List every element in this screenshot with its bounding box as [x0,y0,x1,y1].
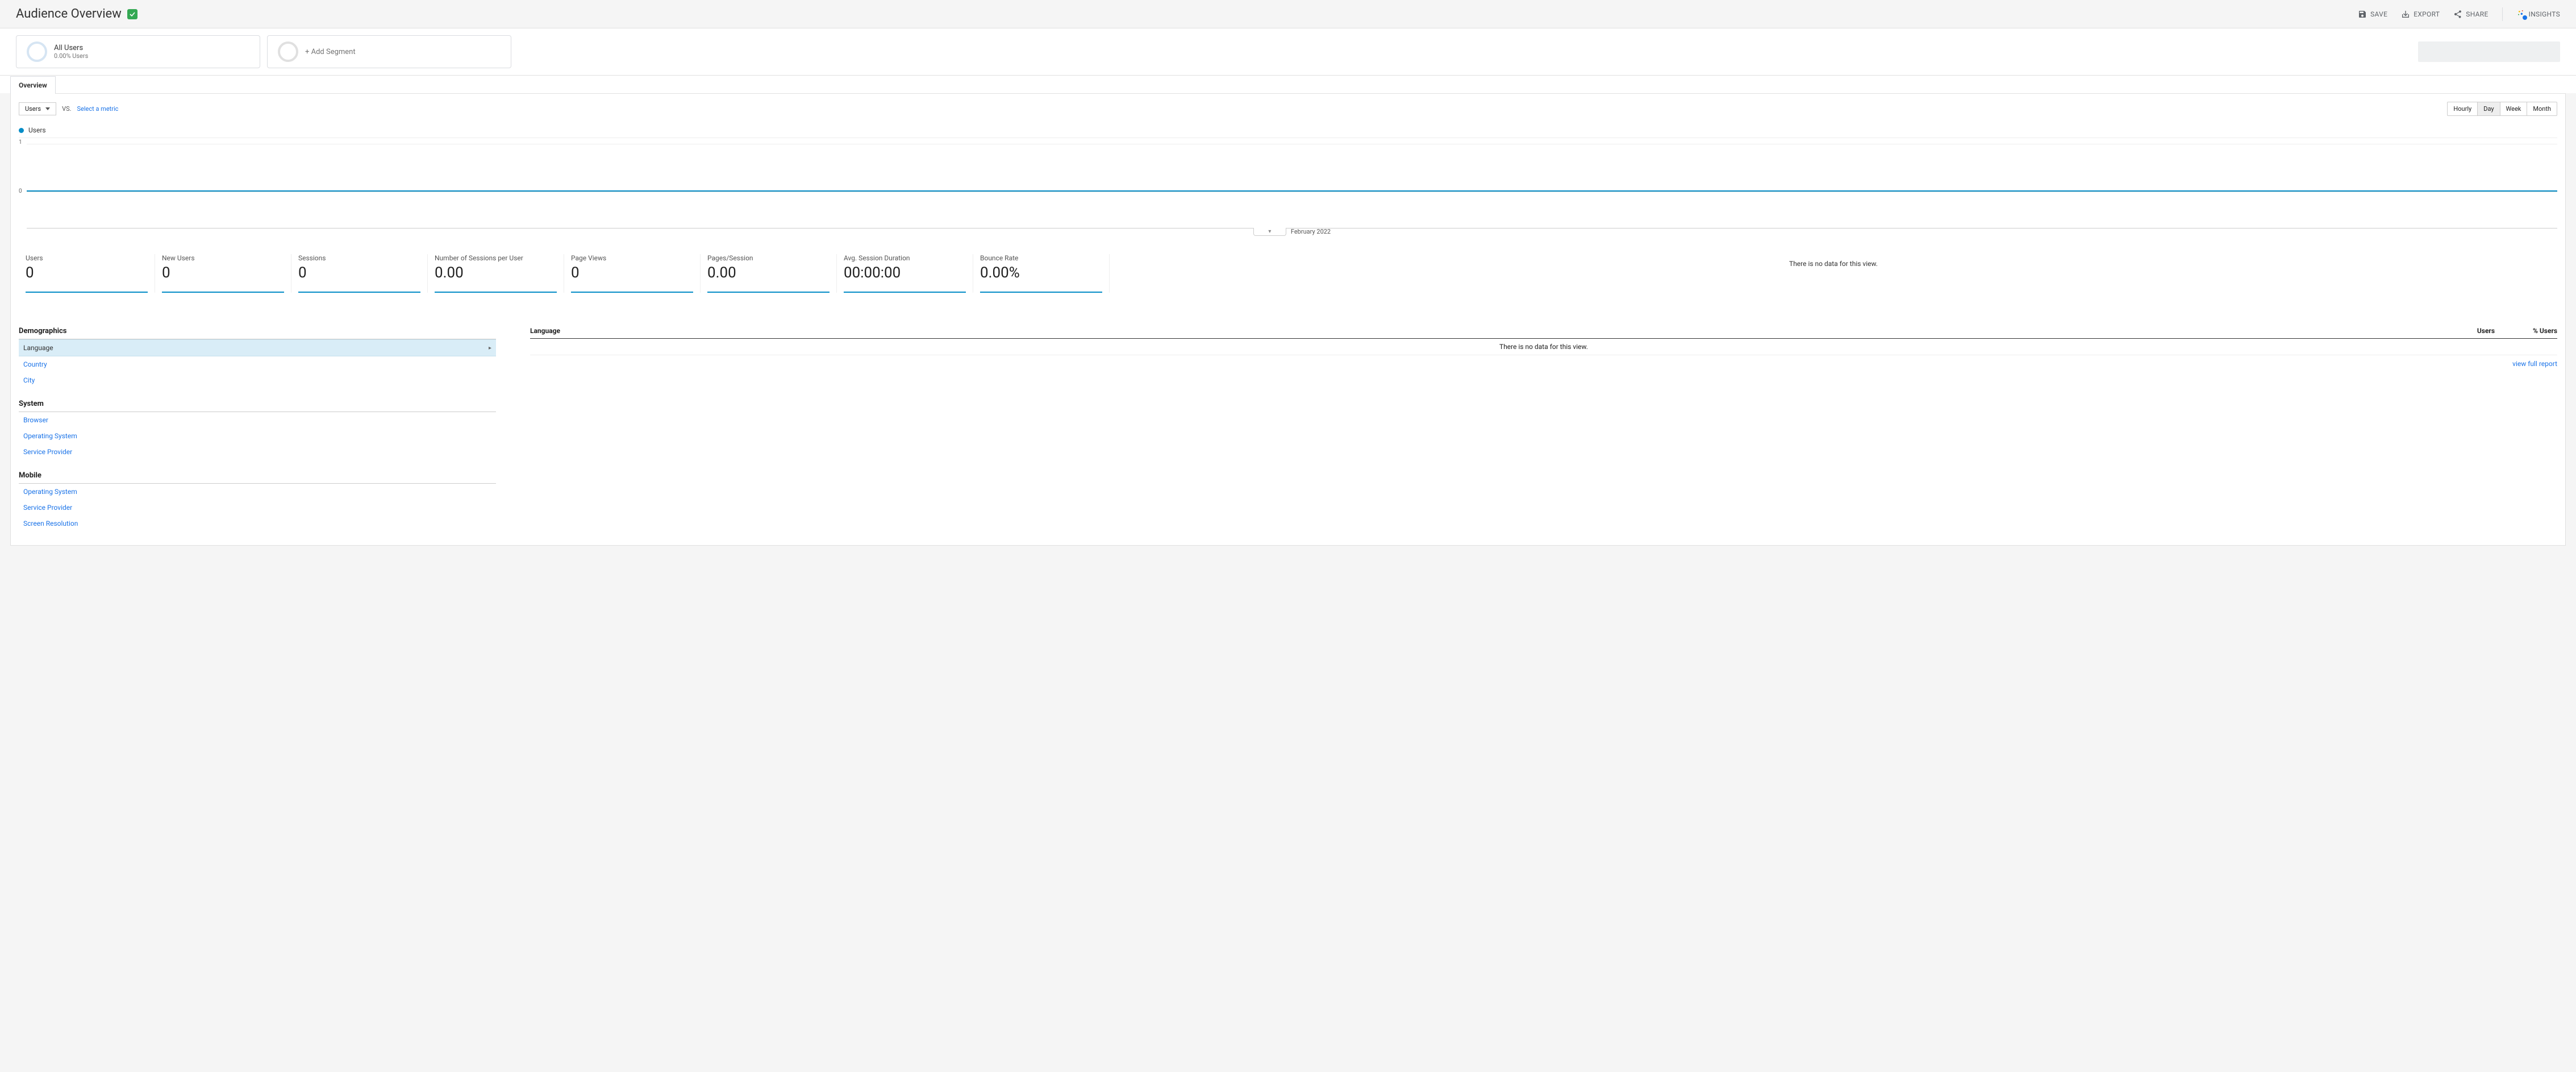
metric-pages-session[interactable]: Pages/Session 0.00 [701,254,837,293]
granularity-week[interactable]: Week [2500,102,2528,115]
y-tick: 0 [19,188,22,194]
segment-bar: All Users 0.00% Users + Add Segment [0,28,2576,76]
th-language: Language [530,327,2449,335]
sparkline [26,292,148,293]
sparkline [571,292,693,293]
table-no-data: There is no data for this view. [530,339,2557,355]
dimension-table: Language Users % Users There is no data … [530,323,2557,531]
dim-os[interactable]: Operating System [19,428,496,444]
metrics-row: Users 0 New Users 0 Sessions 0 Number of… [11,240,2565,306]
section-mobile: Mobile [19,468,496,484]
granularity-day[interactable]: Day [2478,102,2500,115]
dimension-nav: Demographics Language Country City Syste… [19,323,496,531]
dim-mobile-os[interactable]: Operating System [19,484,496,500]
th-pct-users: % Users [2495,327,2557,335]
dim-service-provider[interactable]: Service Provider [19,444,496,460]
tab-overview[interactable]: Overview [10,76,56,94]
segment-sub: 0.00% Users [54,52,88,60]
date-range-picker[interactable] [2418,41,2560,62]
dim-browser[interactable]: Browser [19,412,496,428]
pie-no-data: There is no data for this view. [1110,254,2557,293]
metric-users[interactable]: Users 0 [19,254,155,293]
sparkline [435,292,557,293]
caret-down-icon [45,107,50,110]
granularity-month[interactable]: Month [2527,102,2557,115]
segment-circle-icon [278,41,298,62]
share-button[interactable]: SHARE [2453,10,2488,19]
sparkline [980,292,1102,293]
select-metric-link[interactable]: Select a metric [77,105,119,113]
sparkline [707,292,830,293]
section-demographics: Demographics [19,323,496,339]
view-full-report-link[interactable]: view full report [530,355,2557,372]
metric-avg-session-duration[interactable]: Avg. Session Duration 00:00:00 [837,254,973,293]
export-icon [2401,10,2410,19]
primary-metric-dropdown[interactable]: Users [19,102,56,115]
legend-dot-icon [19,128,24,133]
x-axis-label: February 2022 [1291,228,1331,235]
dim-language[interactable]: Language [19,339,496,356]
page-title: Audience Overview [16,7,122,21]
export-button[interactable]: EXPORT [2401,10,2440,19]
metric-sessions-per-user[interactable]: Number of Sessions per User 0.00 [428,254,564,293]
y-tick: 1 [19,139,22,146]
add-segment-button[interactable]: + Add Segment [267,35,511,68]
granularity-toggle: Hourly Day Week Month [2447,102,2557,116]
chart-drag-handle[interactable]: ▾ [1253,228,1286,236]
verified-badge-icon [127,9,137,19]
granularity-hourly[interactable]: Hourly [2448,102,2478,115]
vs-label: VS. [62,105,71,113]
save-button[interactable]: SAVE [2358,10,2387,19]
dim-mobile-provider[interactable]: Service Provider [19,500,496,516]
sparkline [844,292,966,293]
th-users: Users [2449,327,2495,335]
metric-bounce-rate[interactable]: Bounce Rate 0.00% [973,254,1110,293]
header-actions: SAVE EXPORT SHARE INSIGHTS [2358,7,2560,21]
dim-city[interactable]: City [19,372,496,388]
legend-label: Users [28,126,46,134]
save-icon [2358,10,2367,19]
metric-new-users[interactable]: New Users 0 [155,254,291,293]
share-icon [2453,10,2462,19]
sparkline [162,292,284,293]
segment-circle-icon [27,41,47,62]
chart-data-line [27,190,2557,192]
line-chart: Users 1 0 ▾ February 2022 [11,123,2565,240]
divider [2502,7,2503,21]
section-system: System [19,396,496,412]
insights-alert-badge [2522,15,2528,20]
tabs: Overview [0,76,2576,93]
insights-button[interactable]: INSIGHTS [2516,9,2560,19]
overview-panel: Users VS. Select a metric Hourly Day Wee… [10,93,2566,546]
dim-screen-resolution[interactable]: Screen Resolution [19,516,496,531]
dim-country[interactable]: Country [19,356,496,372]
sparkline [298,292,420,293]
page-header: Audience Overview SAVE EXPORT SHARE INSI… [0,0,2576,28]
segment-title: All Users [54,44,88,52]
metric-sessions[interactable]: Sessions 0 [291,254,428,293]
segment-all-users[interactable]: All Users 0.00% Users [16,35,260,68]
metric-pageviews[interactable]: Page Views 0 [564,254,701,293]
